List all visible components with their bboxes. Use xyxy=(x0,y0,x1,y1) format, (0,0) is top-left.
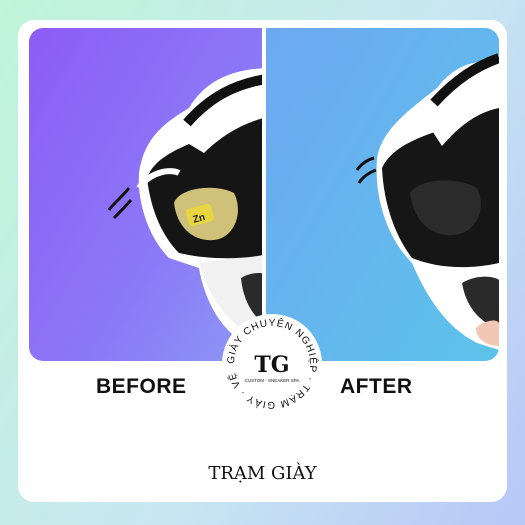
seal-monogram: TG xyxy=(254,352,289,378)
before-label: BEFORE xyxy=(96,375,187,398)
before-after-card: Zn BEFORE AFTER GIÀY CHUYÊN NGHIỆP · TRẠ… xyxy=(18,20,507,502)
brand-name: TRẠM GIÀY xyxy=(208,463,317,484)
seal-subtext: CUSTOM · SNEAKER SPA xyxy=(245,378,300,383)
brand-seal-icon: GIÀY CHUYÊN NGHIỆP · TRẠM GIÀY · VỆ TG C… xyxy=(222,314,322,414)
after-label: AFTER xyxy=(340,375,413,398)
